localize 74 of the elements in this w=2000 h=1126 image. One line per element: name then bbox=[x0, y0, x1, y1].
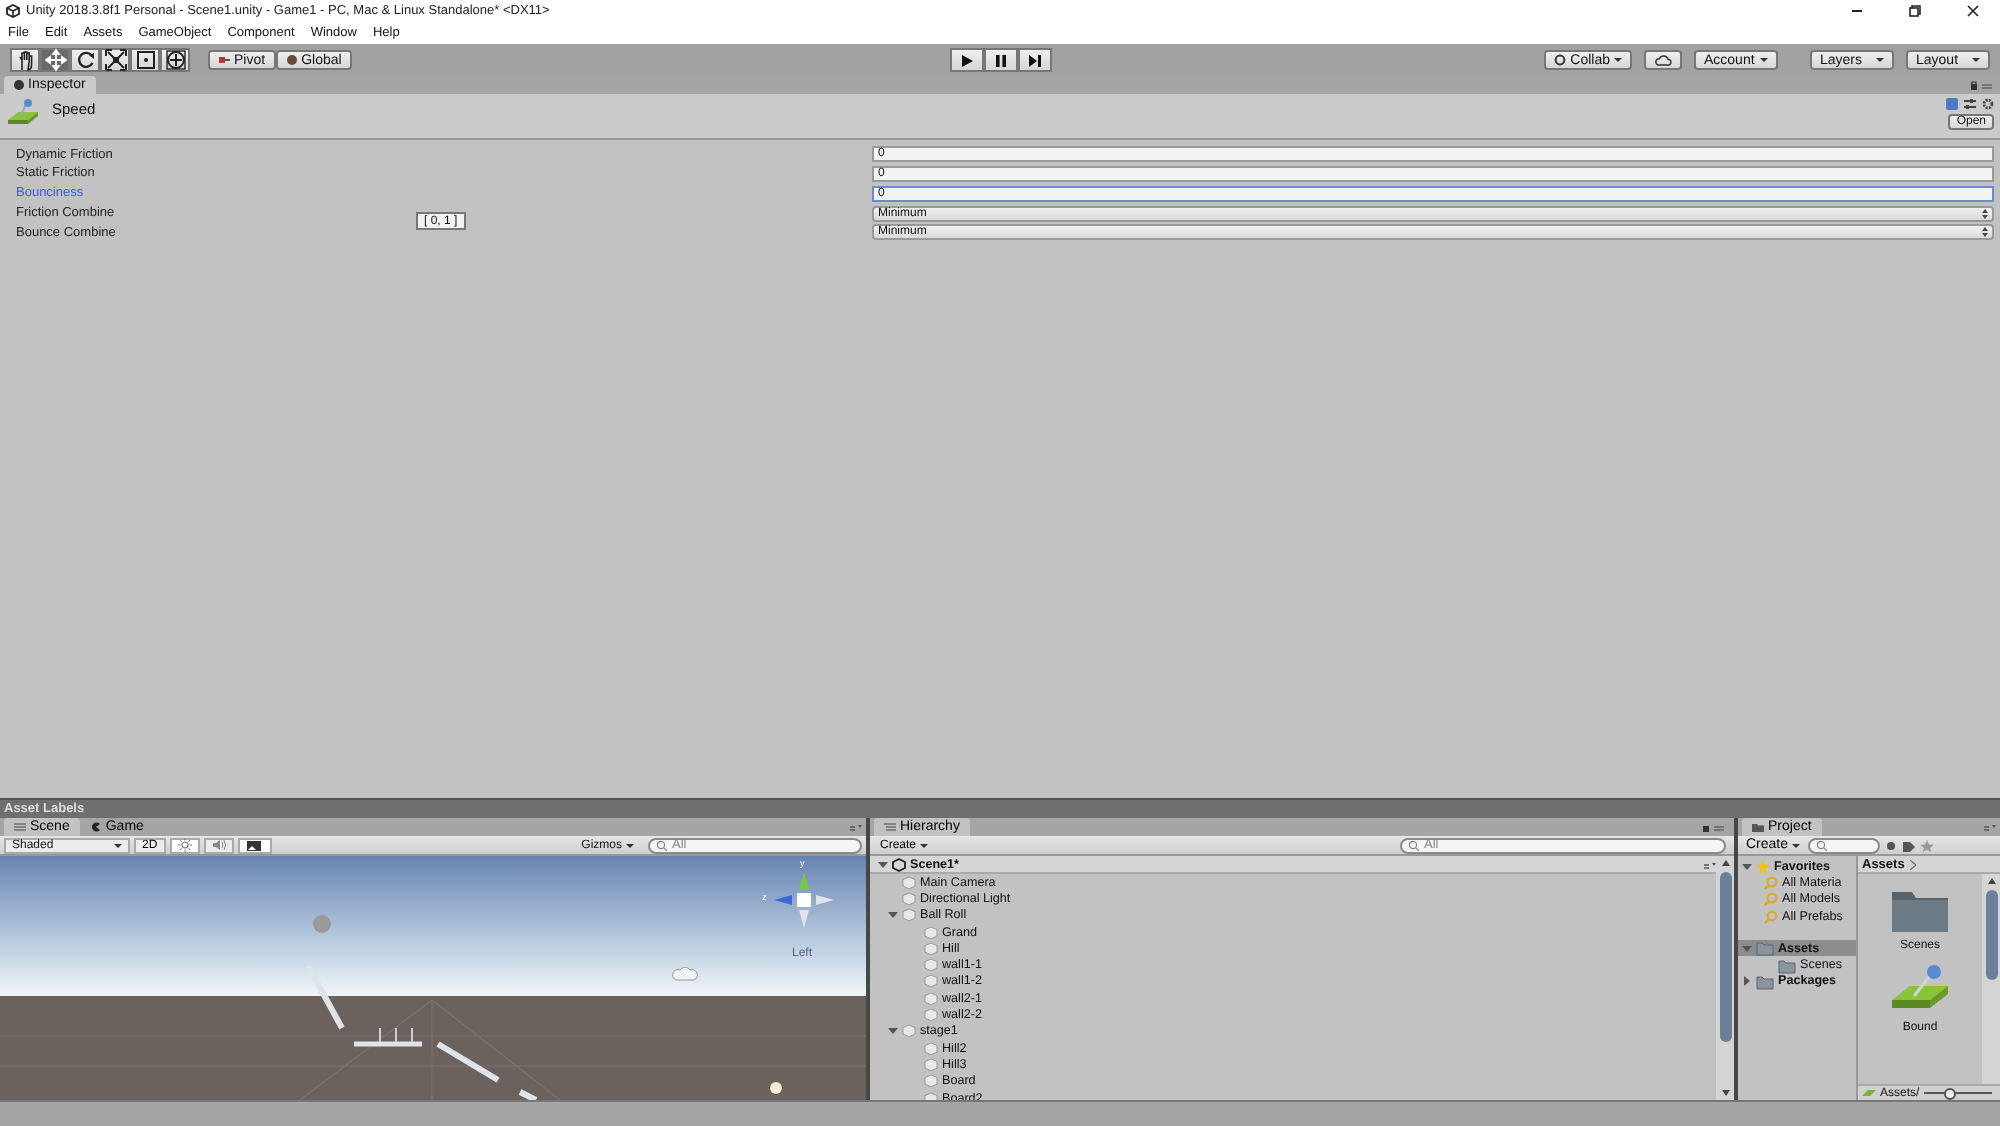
dropdown-caret-icon bbox=[1876, 58, 1884, 62]
unity-logo-icon bbox=[6, 4, 20, 18]
tool-button[interactable] bbox=[160, 48, 190, 72]
play-icon bbox=[959, 53, 973, 67]
search-icon bbox=[656, 839, 672, 851]
sliders-icon[interactable] bbox=[1964, 98, 1976, 110]
effects-button[interactable] bbox=[237, 837, 272, 853]
list-icon bbox=[884, 822, 896, 832]
rect-tool-icon bbox=[133, 48, 157, 72]
dropdown-caret-icon bbox=[1760, 58, 1768, 62]
row-menu-icon[interactable] bbox=[1704, 859, 1716, 869]
scroll-up-icon bbox=[1721, 860, 1729, 866]
dropdown-caret-icon bbox=[1614, 58, 1622, 62]
move-tool-icon bbox=[43, 48, 67, 72]
tool-button[interactable] bbox=[10, 48, 40, 72]
scrollbar[interactable] bbox=[1982, 874, 2000, 1084]
physic-material-icon bbox=[6, 98, 40, 130]
search-field[interactable] bbox=[1808, 837, 1881, 853]
unity-scene-icon bbox=[892, 857, 906, 871]
search-icon bbox=[1816, 839, 1829, 851]
step-icon bbox=[1027, 53, 1041, 67]
folder-tab-icon bbox=[1752, 822, 1764, 832]
dropdown-arrows-icon bbox=[1982, 226, 1988, 239]
expand-arrow-icon[interactable] bbox=[1742, 976, 1752, 987]
slider-thumb[interactable] bbox=[1944, 1087, 1957, 1099]
lighting-button[interactable] bbox=[169, 837, 200, 853]
image-icon bbox=[245, 839, 264, 851]
star-icon bbox=[1756, 859, 1770, 874]
dropdown-caret-icon bbox=[1792, 843, 1801, 847]
close-icon[interactable] bbox=[1966, 4, 1980, 18]
minimize-icon[interactable] bbox=[1850, 4, 1864, 18]
info-icon bbox=[14, 80, 24, 90]
globe-icon bbox=[285, 54, 298, 66]
tool-button[interactable] bbox=[70, 48, 100, 72]
step-button[interactable] bbox=[1017, 48, 1051, 72]
restore-icon[interactable] bbox=[1908, 4, 1922, 18]
scroll-up-icon bbox=[1987, 878, 1995, 884]
expand-arrow-icon bbox=[878, 859, 888, 869]
tool-button[interactable] bbox=[100, 48, 130, 72]
panel-menu-icon[interactable] bbox=[1984, 822, 1996, 832]
settings-icon[interactable] bbox=[1982, 98, 1994, 110]
hand-tool-icon bbox=[13, 48, 37, 72]
dropdown-arrows-icon bbox=[1982, 207, 1988, 220]
dropdown-caret-icon bbox=[1972, 58, 1980, 62]
rotate-tool-icon bbox=[73, 48, 97, 72]
search-icon bbox=[1408, 839, 1424, 851]
lock-icon[interactable] bbox=[1970, 80, 1994, 90]
orientation-gizmo-icon bbox=[774, 868, 834, 932]
speaker-icon bbox=[211, 838, 226, 852]
sun-icon bbox=[177, 838, 192, 852]
expand-arrow-icon[interactable] bbox=[887, 1026, 897, 1037]
panel-menu-icon[interactable] bbox=[850, 822, 862, 832]
scrollbar[interactable] bbox=[1716, 856, 1734, 1100]
play-button[interactable] bbox=[949, 48, 983, 72]
expand-arrow-icon bbox=[1742, 861, 1752, 872]
transform-tool-icon bbox=[163, 48, 187, 72]
dropdown-caret-icon bbox=[626, 843, 634, 847]
star-icon[interactable] bbox=[1920, 839, 1935, 851]
lock-icon[interactable] bbox=[1702, 822, 1726, 832]
tool-button[interactable] bbox=[130, 48, 160, 72]
pivot-icon bbox=[218, 54, 230, 66]
collab-icon bbox=[1554, 54, 1567, 66]
scroll-down-icon bbox=[1721, 1090, 1729, 1096]
folder-icon bbox=[1890, 886, 1950, 934]
expand-arrow-icon[interactable] bbox=[887, 910, 897, 921]
cloud-button[interactable] bbox=[1644, 50, 1682, 70]
pause-icon bbox=[993, 53, 1007, 67]
scale-tool-icon bbox=[103, 48, 127, 72]
chevron-icon bbox=[1910, 859, 1917, 869]
dropdown-caret-icon bbox=[114, 843, 122, 847]
grid-icon bbox=[14, 822, 26, 832]
dropdown-caret-icon bbox=[920, 843, 929, 847]
cloud-icon bbox=[1654, 54, 1672, 66]
pause-button[interactable] bbox=[983, 48, 1017, 72]
